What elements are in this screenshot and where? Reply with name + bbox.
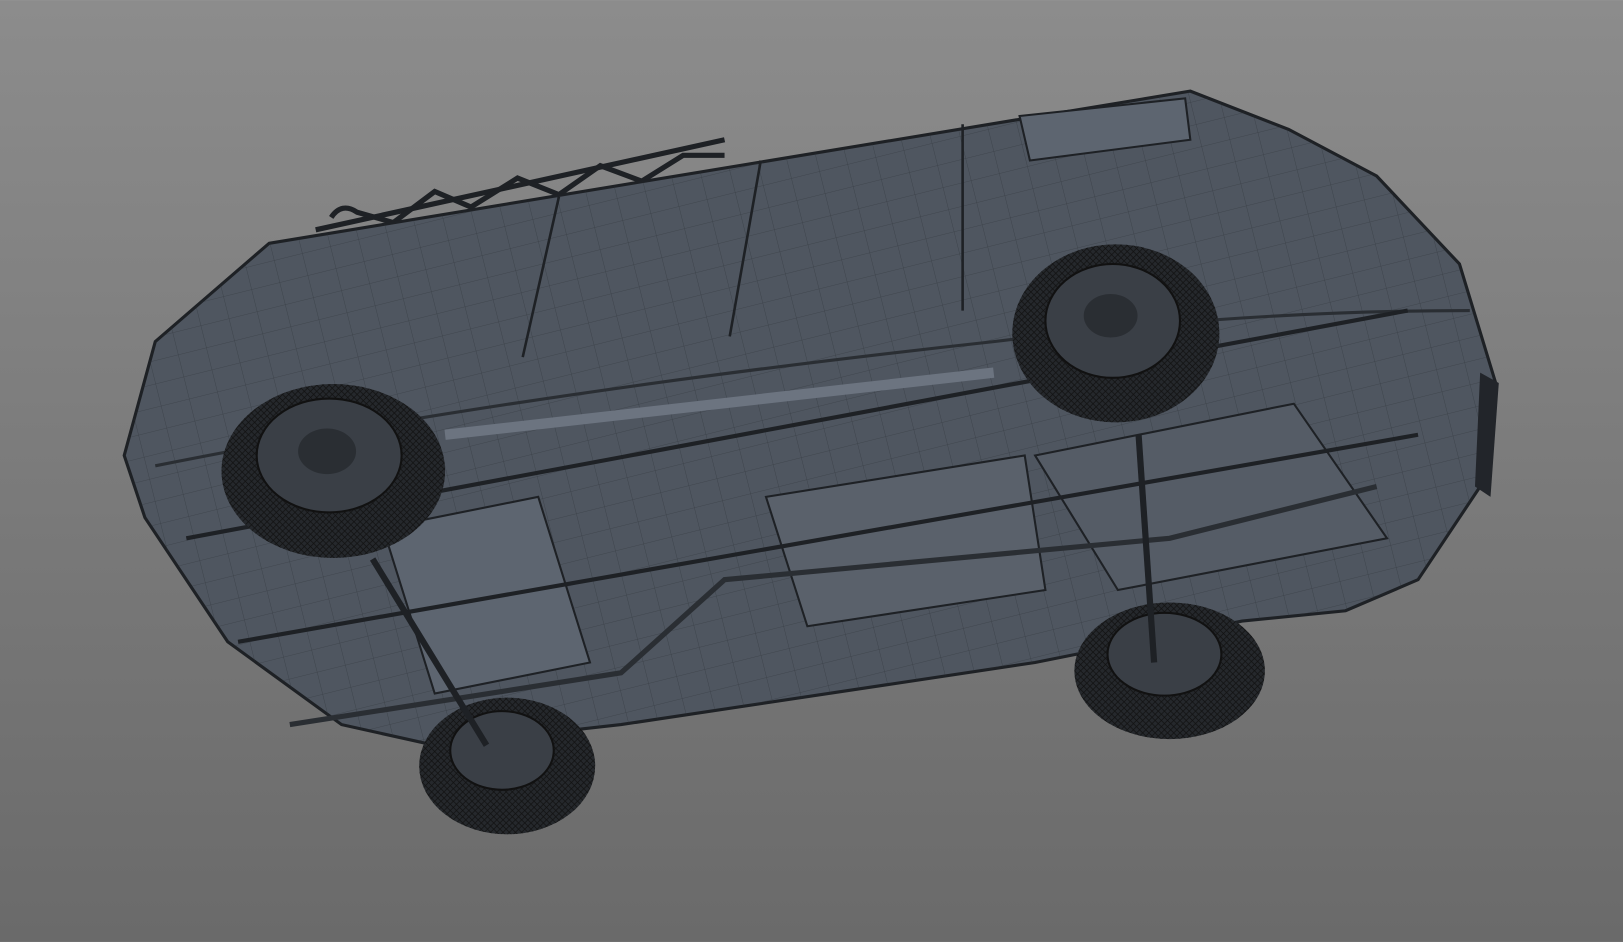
wheel-front-left (1012, 244, 1220, 423)
render-viewport[interactable] (0, 0, 1623, 942)
wheel-front-right (1074, 602, 1265, 740)
wheel-rear-right (419, 697, 596, 835)
wheel-rear-left (221, 384, 446, 558)
van-render (0, 0, 1623, 942)
